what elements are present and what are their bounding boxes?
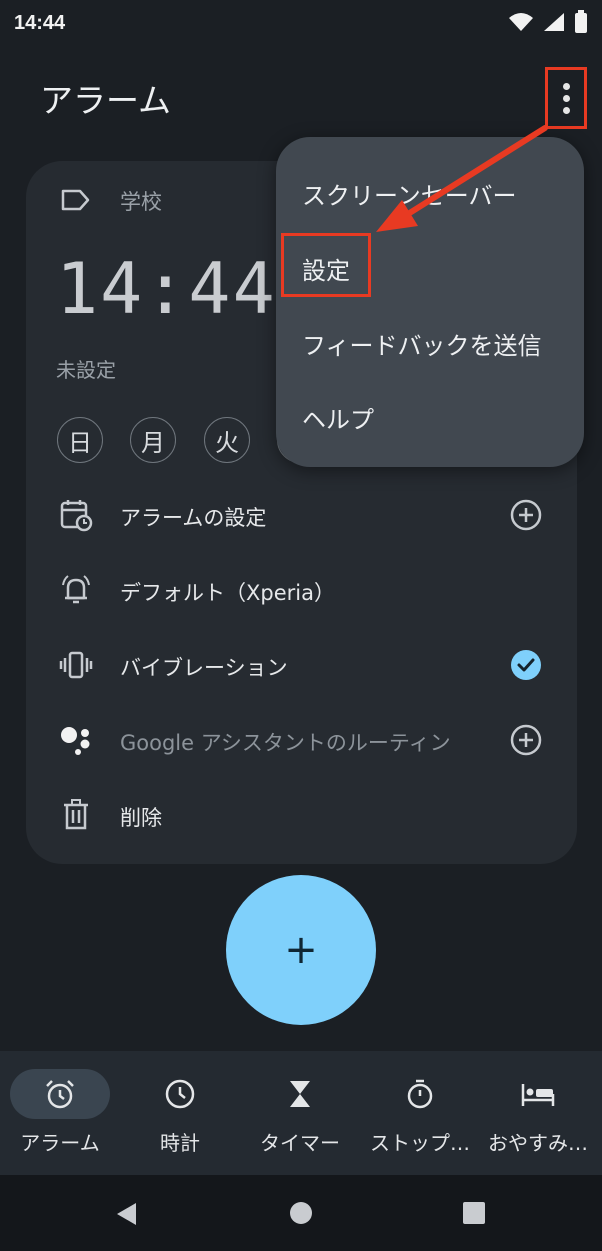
back-icon[interactable] xyxy=(114,1201,140,1227)
label-icon[interactable] xyxy=(60,187,92,213)
nav-label-timer: タイマー xyxy=(260,1131,340,1155)
bell-ringing-icon xyxy=(58,572,94,608)
add-routine-icon[interactable] xyxy=(508,722,544,758)
bed-icon xyxy=(521,1084,555,1106)
nav-tab-bedtime[interactable]: おやすみ… xyxy=(482,1051,594,1175)
vibration-icon xyxy=(58,647,94,683)
vibration-label[interactable]: バイブレーション xyxy=(120,652,288,682)
menu-item-help[interactable]: ヘルプ xyxy=(302,400,374,435)
trash-icon xyxy=(58,797,94,833)
wifi-icon xyxy=(509,13,533,31)
signal-icon xyxy=(544,13,564,31)
menu-item-feedback[interactable]: フィードバックを送信 xyxy=(302,326,542,361)
add-alarm-button[interactable]: + xyxy=(226,875,376,1025)
page-title: アラーム xyxy=(40,81,172,120)
hourglass-icon xyxy=(290,1081,310,1107)
menu-item-screensaver[interactable]: スクリーンセーバー xyxy=(302,176,517,211)
nav-tab-clock[interactable]: 時計 xyxy=(130,1051,230,1175)
day-tuesday[interactable]: 火 xyxy=(204,417,250,463)
calendar-clock-icon xyxy=(58,497,94,533)
more-options-button[interactable] xyxy=(545,67,587,129)
clock-icon xyxy=(165,1079,195,1109)
nav-label-stopwatch: ストップ… xyxy=(370,1131,470,1155)
more-vert-icon xyxy=(562,82,570,90)
nav-label-bedtime: おやすみ… xyxy=(488,1131,588,1155)
ringtone-label[interactable]: デフォルト（Xperia） xyxy=(120,577,335,607)
vibration-checkbox[interactable] xyxy=(508,647,544,683)
nav-tab-timer[interactable]: タイマー xyxy=(250,1051,350,1175)
day-monday[interactable]: 月 xyxy=(130,417,176,463)
nav-tab-stopwatch[interactable]: ストップ… xyxy=(362,1051,478,1175)
battery-icon xyxy=(575,10,587,33)
nav-label-alarm: アラーム xyxy=(20,1131,100,1155)
stopwatch-icon xyxy=(407,1079,433,1109)
alarm-label[interactable]: 学校 xyxy=(120,186,162,216)
check-circle-icon xyxy=(511,650,541,680)
alarm-time[interactable]: 14:44 xyxy=(56,248,277,330)
home-icon[interactable] xyxy=(289,1201,313,1225)
status-icons xyxy=(508,10,588,34)
assistant-routine-label[interactable]: Google アシスタントのルーティン xyxy=(120,727,451,757)
alarm-schedule: 未設定 xyxy=(56,358,116,382)
plus-icon: + xyxy=(284,927,318,973)
nav-tab-alarm[interactable]: アラーム xyxy=(10,1051,110,1175)
alarm-settings-label[interactable]: アラームの設定 xyxy=(120,502,266,532)
settings-highlight-box xyxy=(281,233,371,297)
google-assistant-icon xyxy=(58,722,94,758)
day-sunday[interactable]: 日 xyxy=(57,417,103,463)
status-time: 14:44 xyxy=(14,12,66,34)
delete-label[interactable]: 削除 xyxy=(120,802,162,832)
nav-label-clock: 時計 xyxy=(160,1131,200,1155)
add-circle-icon[interactable] xyxy=(508,497,544,533)
alarm-clock-icon xyxy=(46,1080,74,1109)
recents-icon[interactable] xyxy=(462,1201,486,1225)
